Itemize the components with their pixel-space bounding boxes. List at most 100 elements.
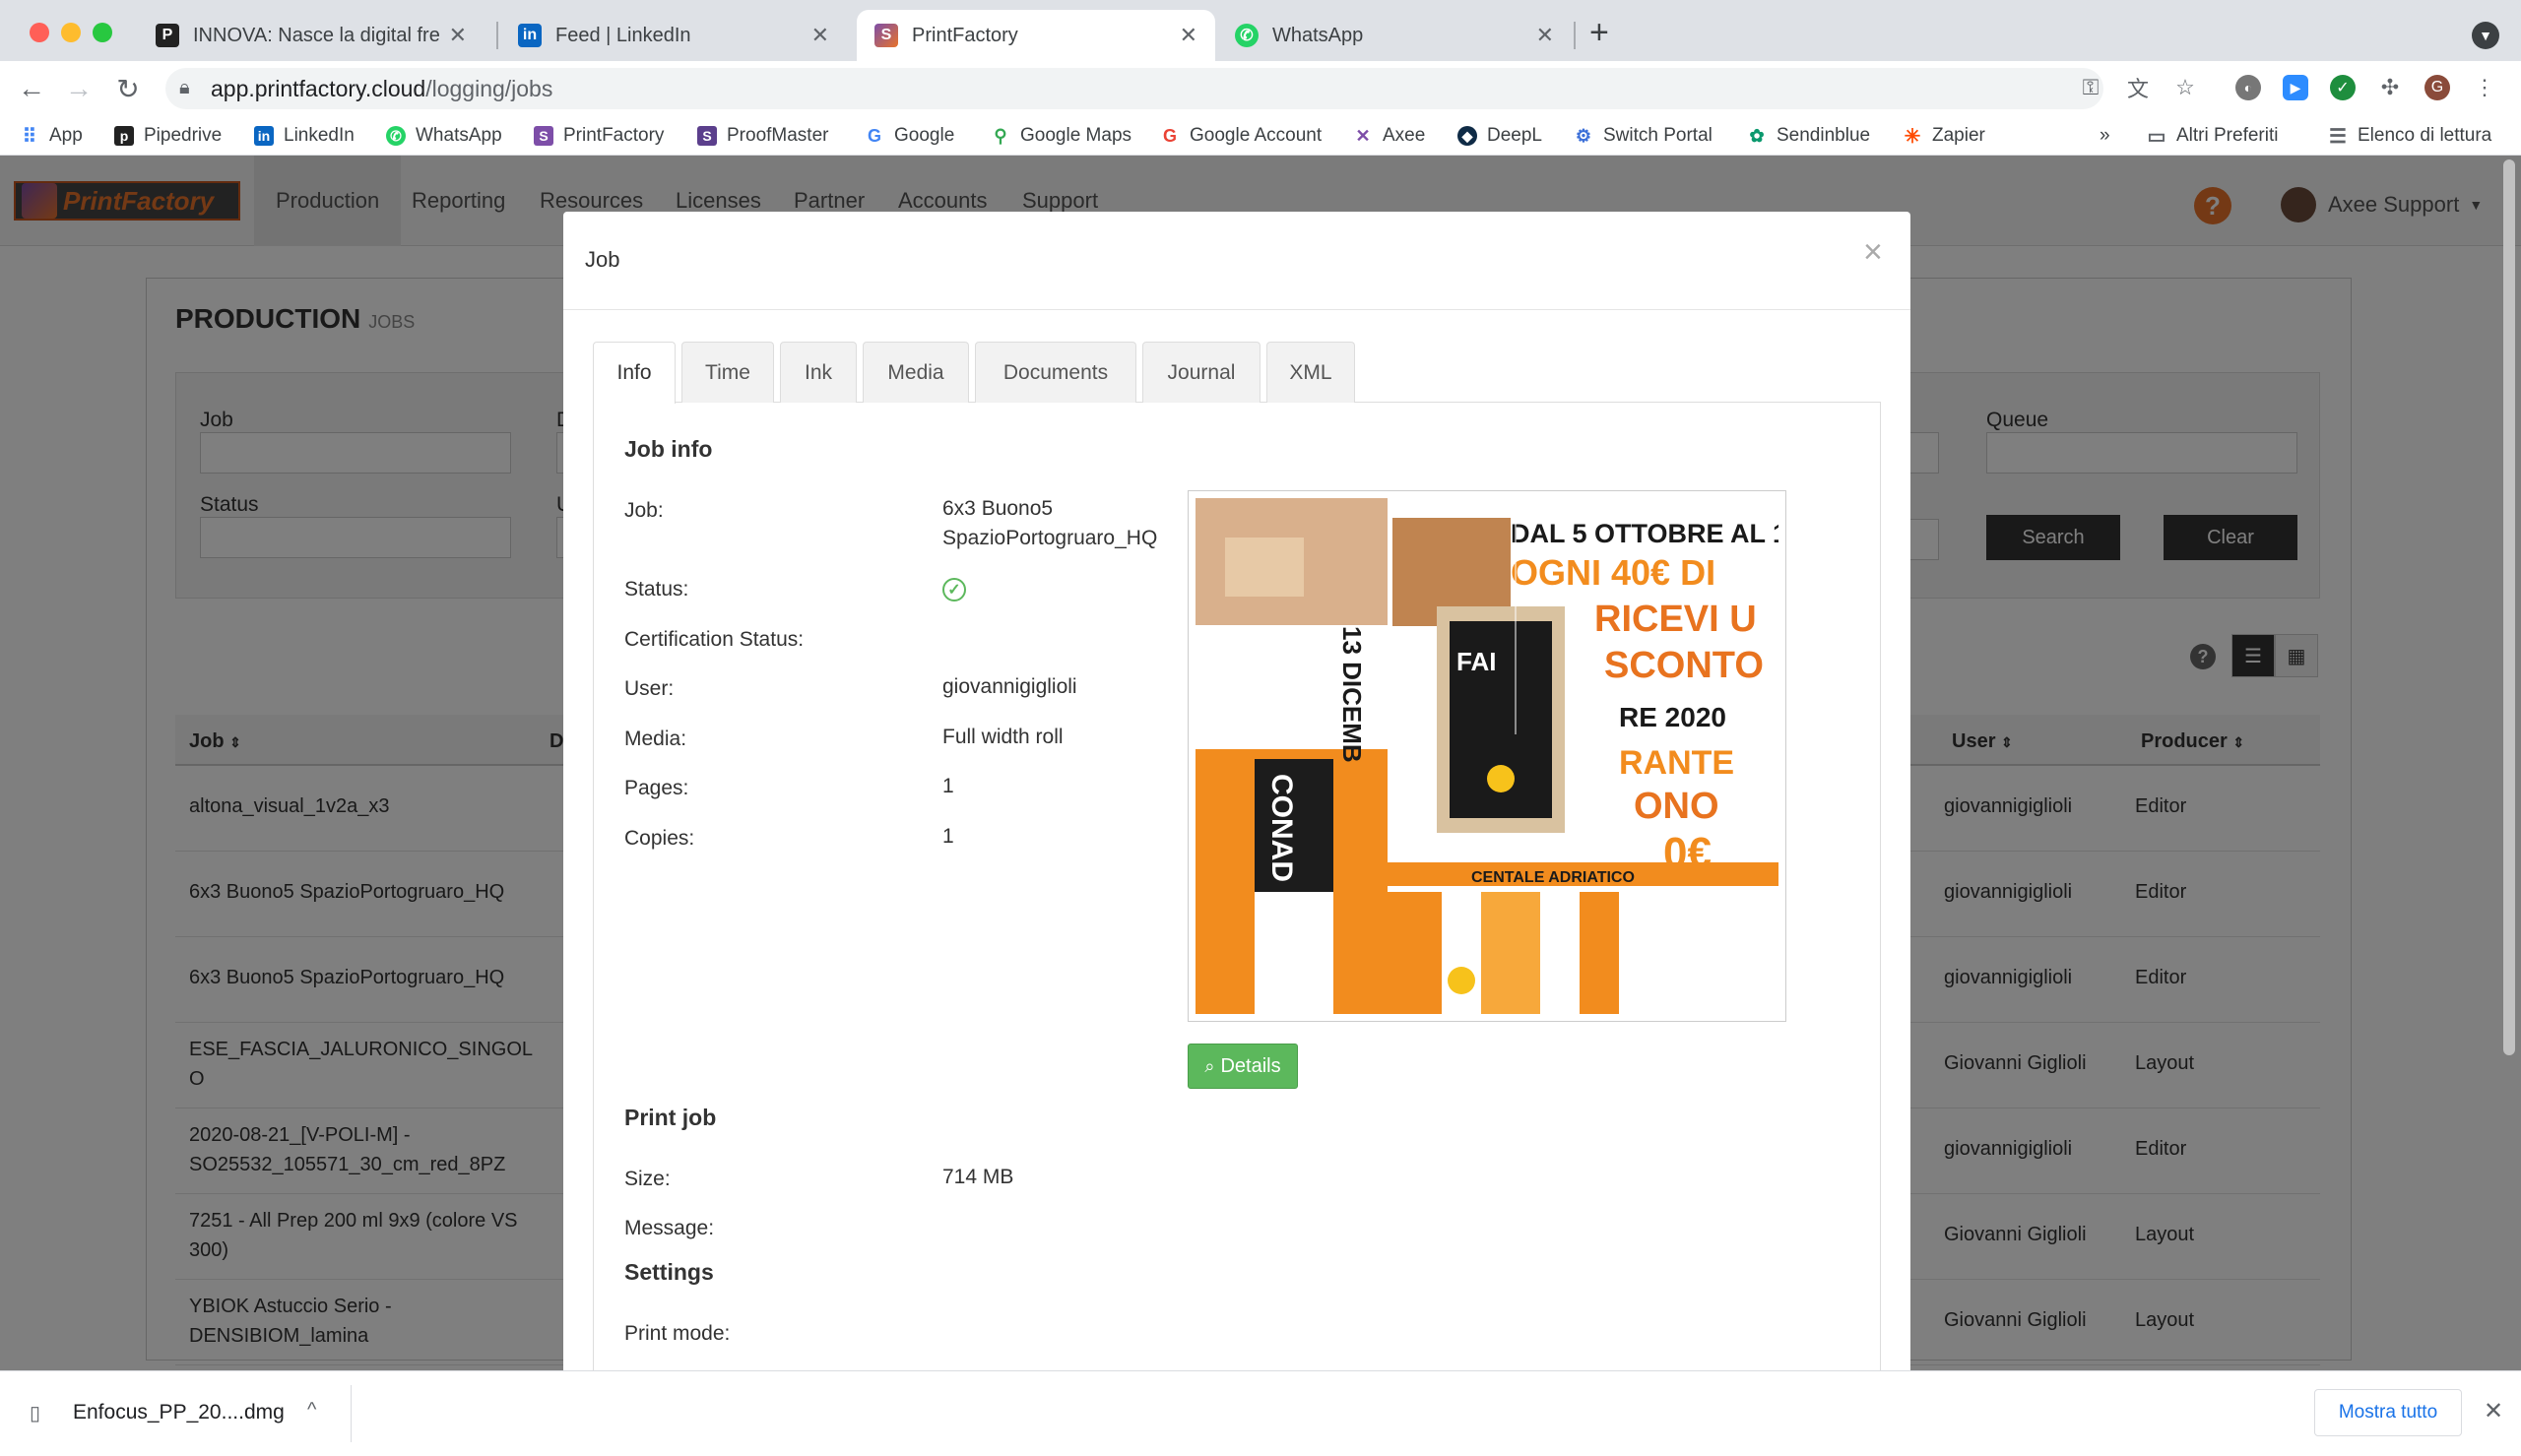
check-extension-icon[interactable]: ✓ bbox=[2330, 75, 2356, 100]
close-window-button[interactable] bbox=[30, 23, 49, 42]
bookmark-pipedrive[interactable]: p Pipedrive bbox=[114, 122, 222, 150]
tab-label: Ink bbox=[804, 360, 832, 384]
bookmark-deepl[interactable]: ◆ DeepL bbox=[1457, 122, 1542, 150]
print-job-heading: Print job bbox=[624, 1105, 717, 1130]
print-mode-label: Print mode: bbox=[624, 1322, 731, 1345]
preview-text: CONAD bbox=[1265, 774, 1298, 882]
preview-text: CENTALE ADRIATICO bbox=[1471, 869, 1635, 886]
job-preview-thumbnail: DAL 5 OTTOBRE AL 1 OGNI 40€ DI RICEVI U … bbox=[1188, 490, 1787, 1022]
preview-text: OGNI 40€ DI bbox=[1511, 552, 1715, 593]
tab-journal[interactable]: Journal bbox=[1142, 342, 1260, 403]
job-label: Job: bbox=[624, 499, 664, 522]
bookmark-switch-portal[interactable]: ⚙ Switch Portal bbox=[1574, 122, 1713, 150]
star-icon[interactable]: ☆ bbox=[2172, 75, 2198, 100]
bookmark-whatsapp[interactable]: ✆ WhatsApp bbox=[386, 122, 502, 150]
bookmark-label: Google bbox=[894, 125, 955, 146]
linkedin-icon: in bbox=[254, 126, 274, 146]
preview-text: DAL 5 OTTOBRE AL 1 bbox=[1511, 519, 1778, 548]
sendinblue-icon: ✿ bbox=[1749, 125, 1765, 146]
translate-icon[interactable]: 文 bbox=[2125, 75, 2151, 101]
close-icon[interactable]: × bbox=[1863, 233, 1883, 272]
message-label: Message: bbox=[624, 1217, 715, 1239]
proofmaster-icon: S bbox=[697, 126, 717, 146]
innova-favicon-icon: P bbox=[156, 24, 179, 47]
close-tab-icon[interactable]: ✕ bbox=[449, 23, 467, 48]
back-arrow-icon[interactable]: ← bbox=[12, 69, 51, 108]
preview-text: FAI bbox=[1456, 647, 1496, 676]
folder-icon: ▭ bbox=[2147, 125, 2166, 148]
tab-time[interactable]: Time bbox=[681, 342, 774, 403]
download-filename[interactable]: Enfocus_PP_20....dmg bbox=[73, 1401, 285, 1424]
bookmark-label: Google Account bbox=[1190, 125, 1323, 146]
tab-info[interactable]: Info bbox=[593, 342, 676, 404]
bookmark-axee[interactable]: ✕ Axee bbox=[1353, 122, 1425, 150]
chevron-up-icon[interactable]: ^ bbox=[307, 1399, 316, 1422]
bookmark-sendinblue[interactable]: ✿ Sendinblue bbox=[1747, 122, 1870, 150]
menu-kebab-icon[interactable]: ⋮ bbox=[2472, 75, 2497, 100]
minimize-window-button[interactable] bbox=[61, 23, 81, 42]
close-tab-icon[interactable]: ✕ bbox=[811, 23, 829, 48]
tab-ink[interactable]: Ink bbox=[780, 342, 857, 403]
bookmark-google-account[interactable]: G Google Account bbox=[1160, 122, 1322, 150]
bookmark-google[interactable]: G Google bbox=[865, 122, 954, 150]
close-tab-icon[interactable]: ✕ bbox=[1180, 23, 1197, 48]
whatsapp-icon: ✆ bbox=[386, 126, 406, 146]
size-label: Size: bbox=[624, 1168, 671, 1190]
status-ok-icon: ✓ bbox=[942, 578, 966, 601]
new-tab-icon[interactable]: + bbox=[1589, 14, 1609, 52]
user-label: User: bbox=[624, 677, 675, 700]
bookmarks-overflow[interactable]: » bbox=[2100, 122, 2110, 150]
url-text[interactable]: app.printfactory.cloud/logging/jobs bbox=[211, 76, 552, 102]
google-icon: G bbox=[1162, 125, 1177, 146]
job-modal: Job × Info Time Ink Media Documents Jour… bbox=[563, 212, 1910, 1370]
bookmark-label: Axee bbox=[1383, 125, 1426, 146]
bookmark-linkedin[interactable]: in LinkedIn bbox=[254, 122, 355, 150]
zoom-extension-icon[interactable]: ▶ bbox=[2283, 75, 2308, 100]
bookmark-printfactory[interactable]: S PrintFactory bbox=[534, 122, 664, 150]
close-tab-icon[interactable]: ✕ bbox=[1536, 23, 1554, 48]
key-icon[interactable]: ⚿ bbox=[2078, 75, 2103, 100]
url-path: /logging/jobs bbox=[425, 76, 553, 101]
tab-documents[interactable]: Documents bbox=[975, 342, 1136, 403]
bookmark-other-folder[interactable]: ▭ Altri Preferiti bbox=[2147, 122, 2279, 150]
user-value: giovannigiglioli bbox=[942, 675, 1077, 698]
preview-text: RE 2020 bbox=[1619, 702, 1726, 732]
bookmark-google-maps[interactable]: ⚲ Google Maps bbox=[991, 122, 1131, 150]
tab-title: PrintFactory bbox=[912, 24, 1018, 46]
bookmark-proofmaster[interactable]: S ProofMaster bbox=[697, 122, 828, 150]
browser-tab-innova[interactable]: P INNOVA: Nasce la digital freedom ✕ bbox=[138, 10, 485, 61]
axee-icon: ✕ bbox=[1355, 125, 1371, 146]
bookmark-label: Sendinblue bbox=[1777, 125, 1871, 146]
preview-text: ONO bbox=[1634, 786, 1719, 827]
tab-search-icon[interactable]: ▼ bbox=[2472, 22, 2499, 49]
reload-icon[interactable]: ↻ bbox=[108, 69, 148, 108]
bookmark-label: Pipedrive bbox=[144, 125, 223, 146]
map-pin-icon: ⚲ bbox=[994, 125, 1007, 146]
preview-text: SCONTO bbox=[1604, 645, 1764, 686]
show-all-downloads-button[interactable]: Mostra tutto bbox=[2314, 1389, 2462, 1436]
divider bbox=[351, 1385, 352, 1442]
modal-header: Job × bbox=[563, 212, 1910, 310]
browser-tab-linkedin[interactable]: in Feed | LinkedIn ✕ bbox=[500, 10, 847, 61]
reading-list[interactable]: ☰ Elenco di lettura bbox=[2328, 122, 2491, 150]
pages-label: Pages: bbox=[624, 777, 689, 799]
page-scrollbar[interactable] bbox=[2503, 159, 2515, 1055]
extension-icon[interactable]: ◐ bbox=[2235, 75, 2261, 100]
size-value: 714 MB bbox=[942, 1166, 1014, 1188]
maximize-window-button[interactable] bbox=[93, 23, 112, 42]
details-button[interactable]: ⌕ Details bbox=[1188, 1044, 1298, 1089]
tab-xml[interactable]: XML bbox=[1266, 342, 1355, 403]
tab-media[interactable]: Media bbox=[863, 342, 969, 403]
forward-arrow-icon[interactable]: → bbox=[59, 69, 98, 108]
close-icon[interactable]: ✕ bbox=[2484, 1397, 2503, 1425]
preview-text: RANTE bbox=[1619, 744, 1734, 782]
bookmark-apps[interactable]: ⠿ App bbox=[20, 122, 83, 150]
copies-label: Copies: bbox=[624, 827, 695, 850]
browser-tab-whatsapp[interactable]: ✆ WhatsApp ✕ bbox=[1217, 10, 1572, 61]
whatsapp-favicon-icon: ✆ bbox=[1235, 24, 1259, 47]
browser-tab-printfactory[interactable]: S PrintFactory ✕ bbox=[857, 10, 1215, 61]
bookmark-zapier[interactable]: ✳ Zapier bbox=[1903, 122, 1985, 150]
download-bar: ▯ Enfocus_PP_20....dmg ^ Mostra tutto ✕ bbox=[0, 1370, 2521, 1456]
puzzle-icon[interactable]: ✣ bbox=[2377, 75, 2403, 100]
profile-avatar[interactable]: G bbox=[2424, 75, 2450, 100]
